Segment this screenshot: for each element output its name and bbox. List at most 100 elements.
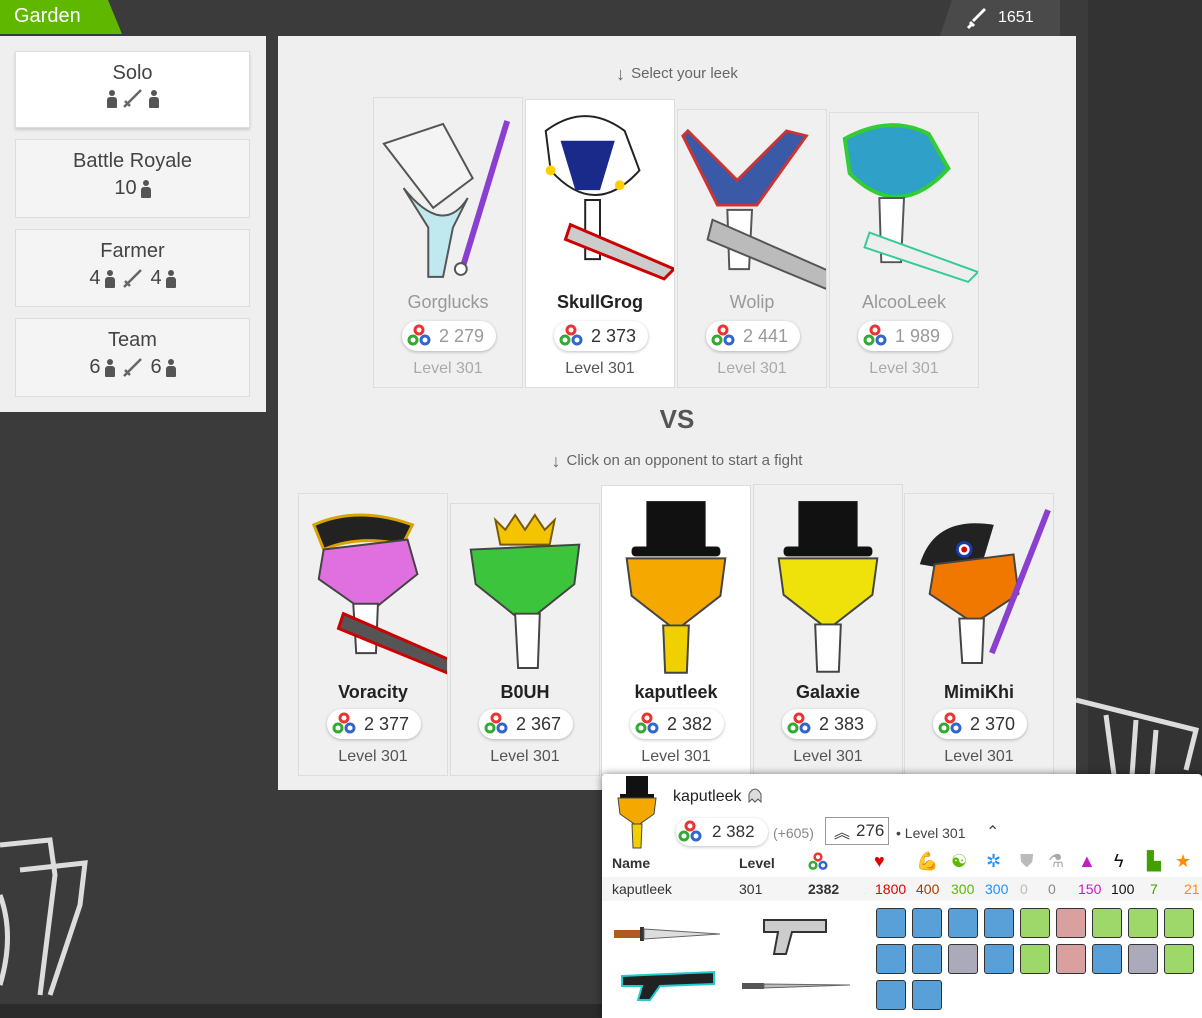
talent-icon — [635, 712, 659, 734]
mode-solo[interactable]: Solo — [15, 51, 250, 128]
mode-farmer[interactable]: Farmer 4 4 — [15, 229, 250, 307]
leek-avatar — [544, 115, 674, 281]
katana-weapon-icon — [742, 983, 851, 989]
garden-tab[interactable]: Garden — [0, 0, 122, 34]
mode-battle-royale[interactable]: Battle Royale 10 — [15, 139, 250, 218]
talent-icon — [863, 324, 887, 346]
leek-name: Galaxie — [795, 682, 861, 702]
frequency-icon: ϟ — [1114, 851, 1124, 871]
row-name: kaputleek — [612, 881, 672, 897]
row-frequency: 100 — [1111, 881, 1135, 897]
row-tp: 21 — [1184, 881, 1200, 897]
opponent-card-voracity[interactable]: Voracity 2 377 Level 301 — [298, 493, 448, 776]
talent-pill: 1 989 — [858, 321, 952, 351]
chip-inversion-icon — [948, 944, 978, 974]
leek-level: Level 301 — [338, 748, 408, 765]
talent-pill: 2 383 — [782, 709, 876, 739]
chip-leaf-icon — [1164, 908, 1194, 938]
talent-delta: (+605) — [773, 825, 814, 841]
tp-icon: ★ — [1175, 851, 1192, 871]
row-science: 0 — [1048, 881, 1056, 897]
row-agility: 300 — [985, 881, 1009, 897]
my-leek-card-skullgrog[interactable]: SkullGrog 2 373 Level 301 — [525, 99, 675, 388]
my-leek-card-gorglucks[interactable]: Gorglucks 2 279 Level 301 — [373, 97, 523, 388]
chip-heart-icon — [1020, 944, 1050, 974]
select-leek-hint: ↓ Select your leek — [616, 64, 738, 84]
person-icon — [165, 358, 176, 377]
my-leek-card-alcooleek[interactable]: AlcooLeek 1 989 Level 301 — [829, 112, 979, 388]
talent-icon — [808, 852, 828, 870]
mode-label: Battle Royale — [73, 150, 192, 172]
row-wisdom: 300 — [951, 881, 975, 897]
leek-name: Wolip — [729, 292, 775, 312]
row-talent: 2382 — [808, 881, 840, 897]
leek-avatar — [842, 123, 978, 284]
talent-pill: 2 382 — [630, 709, 724, 739]
wisdom-icon: ☯ — [951, 851, 968, 871]
chip-shield-icon — [948, 908, 978, 938]
chevron-up-icon[interactable]: ⌃ — [986, 822, 999, 842]
person-icon — [104, 269, 115, 288]
leek-avatar — [681, 128, 826, 290]
chip-potion-icon — [912, 980, 942, 1010]
leek-level: Level 301 — [641, 748, 711, 765]
magic-icon: ▲ — [1078, 851, 1096, 871]
vs-label: VS — [659, 404, 695, 434]
my-leek-card-wolip[interactable]: Wolip 2 441 Level 301 — [677, 109, 827, 388]
row-level: 301 — [739, 881, 763, 897]
leek-avatar — [311, 513, 447, 675]
mode-label: Team — [108, 329, 157, 351]
leek-level: Level 301 — [869, 360, 939, 377]
leek-avatar — [919, 508, 1051, 664]
garden-main-panel: ↓ Select your leek Gorglucks 2 279 Level … — [278, 36, 1076, 790]
stats-row: kaputleek 301 2382 1800 400 300 300 0 0 … — [602, 877, 1202, 901]
talent-icon — [787, 712, 811, 734]
mode-panel: Solo Battle Royale 10 Farmer 4 4 Team 6 … — [0, 36, 266, 412]
chip-liberation-icon — [1056, 908, 1086, 938]
opponent-card-mimikhi[interactable]: MimiKhi 2 370 Level 301 — [904, 493, 1054, 776]
garden-label: Garden — [14, 5, 81, 27]
chip-cure-icon — [1092, 944, 1122, 974]
opponent-card-galaxie[interactable]: Galaxie 2 383 Level 301 — [753, 484, 903, 776]
chip-flask-icon — [1128, 908, 1158, 938]
mode-team[interactable]: Team 6 6 — [15, 318, 250, 397]
column-level: Level — [739, 855, 775, 871]
leek-name: SkullGrog — [556, 292, 643, 312]
talent-icon — [559, 324, 583, 346]
fight-hint: ↓ Click on an opponent to start a fight — [551, 451, 803, 471]
popup-level: • Level 301 — [896, 825, 966, 841]
talent-icon — [938, 712, 962, 734]
life-icon: ♥ — [874, 851, 885, 871]
opponent-card-kaputleek[interactable]: kaputleek 2 382 Level 301 — [601, 485, 751, 776]
row-mp: 7 — [1150, 881, 1158, 897]
talent-icon — [678, 820, 702, 842]
talent-pill: 2 441 — [706, 321, 800, 351]
mode-count: 4 — [150, 267, 162, 289]
chip-bandage-icon — [1092, 908, 1122, 938]
agility-icon: ✲ — [986, 851, 1002, 871]
rifle-weapon-icon — [621, 970, 715, 1001]
talent-icon — [484, 712, 508, 734]
chip-mask-icon — [984, 944, 1014, 974]
person-icon — [148, 90, 159, 108]
person-icon — [165, 269, 176, 288]
leek-name: kaputleek — [634, 682, 718, 702]
talent-icon — [711, 324, 735, 346]
person-icon — [106, 90, 117, 108]
talent-pill: 2 377 — [327, 709, 421, 739]
mode-label: Solo — [112, 62, 153, 84]
arrow-down-icon: ↓ — [616, 64, 626, 84]
talent-value: 1651 — [998, 9, 1034, 26]
row-resistance: 0 — [1020, 881, 1028, 897]
rank-chevrons-icon: ︽ — [834, 825, 851, 842]
opponent-card-b0uh[interactable]: B0UH 2 367 Level 301 — [450, 503, 600, 776]
row-magic: 150 — [1078, 881, 1102, 897]
row-life: 1800 — [875, 881, 907, 897]
mp-icon: ▙ — [1147, 851, 1161, 871]
leek-detail-popup: kaputleek 2 382 (+605) ︽ 276 • Level 301 … — [602, 774, 1202, 1018]
chip-ray-icon — [876, 980, 906, 1010]
leek-name: AlcooLeek — [861, 292, 947, 312]
ghost-icon — [748, 788, 762, 804]
mode-count: 4 — [89, 267, 101, 289]
chip-tornado-icon — [1128, 944, 1158, 974]
